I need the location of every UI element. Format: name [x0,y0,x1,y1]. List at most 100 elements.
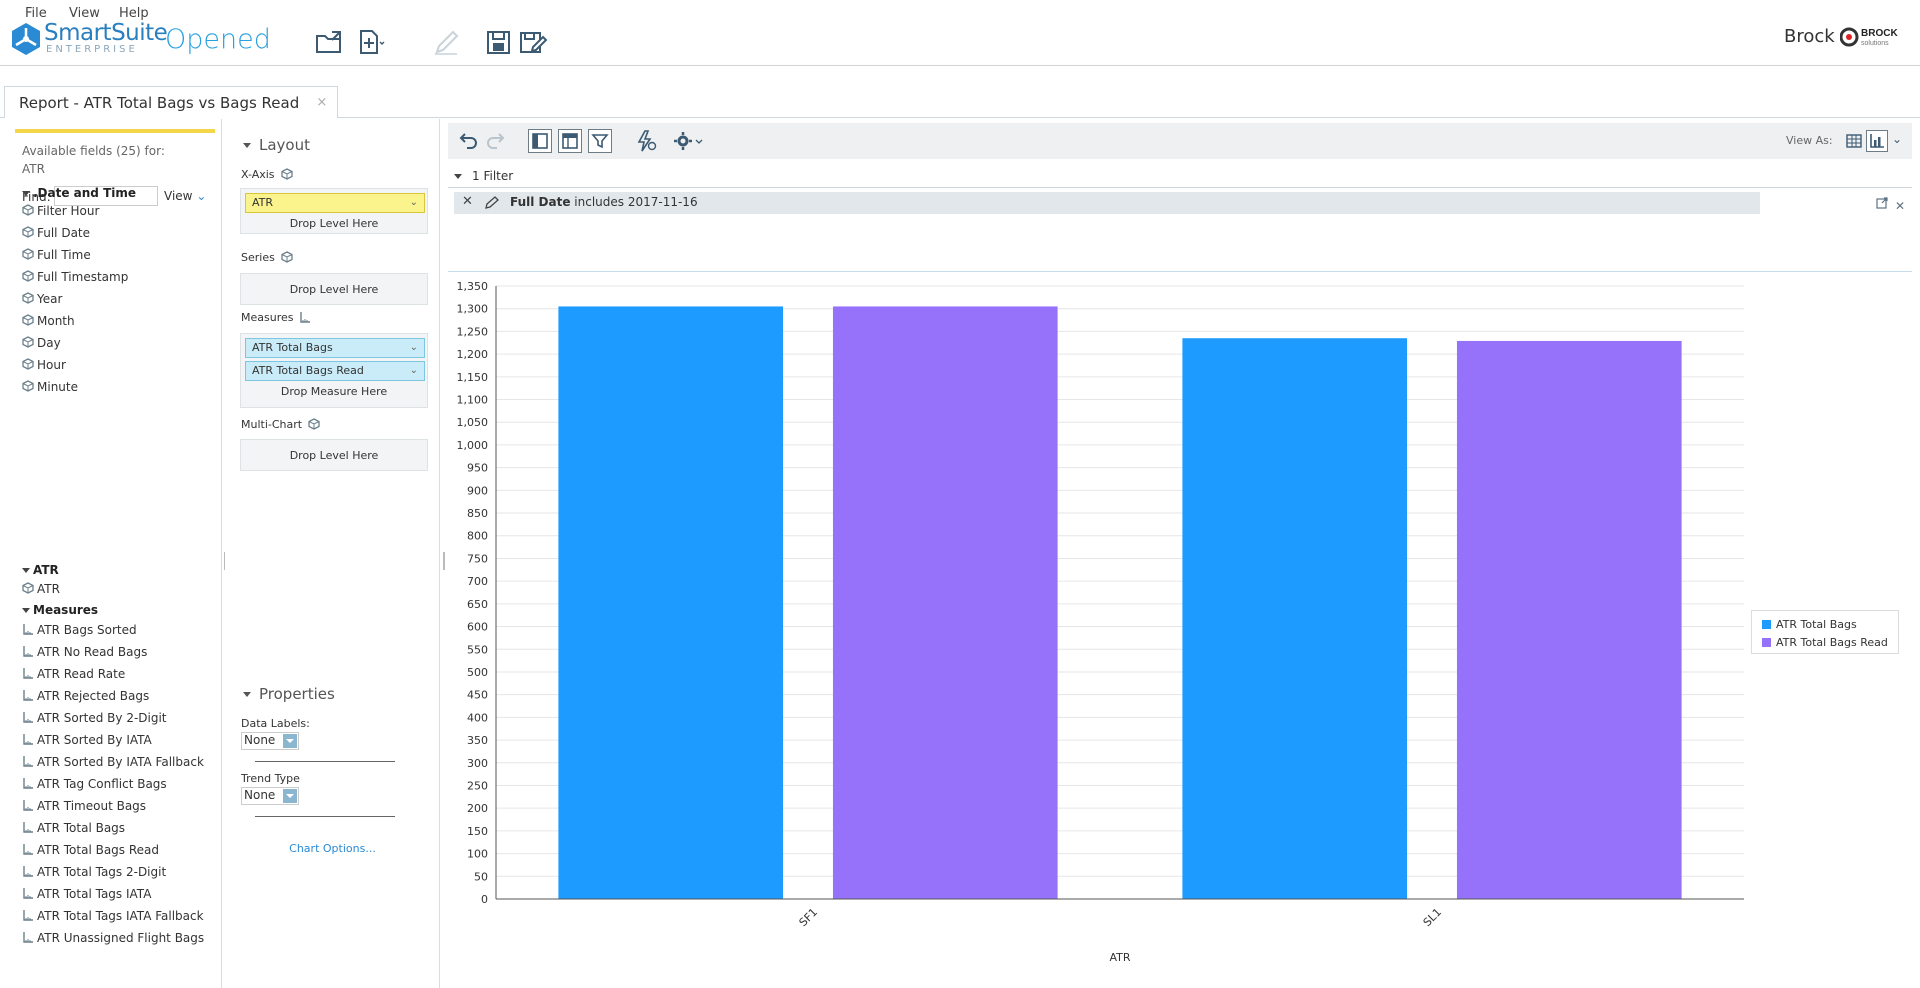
tab-strip: Report - ATR Total Bags vs Bags Read × [0,66,1920,118]
series-dropzone[interactable]: Drop Level Here [240,273,428,305]
y-tick-label: 1,250 [457,325,489,338]
measure-chip-total-bags-read[interactable]: ATR Total Bags Read ⌄ [245,361,425,381]
field-item[interactable]: ATR Unassigned Flight Bags [22,931,204,945]
x-axis-chip-label: ATR [252,196,274,209]
layout-panel-toggle-icon[interactable] [528,129,552,153]
bar-sf1-series-0[interactable] [558,306,784,899]
table-layout-icon[interactable] [558,129,582,153]
tree-group-measures[interactable]: Measures [22,603,98,617]
tree-group-atr[interactable]: ATR [22,563,59,577]
field-item[interactable]: ATR Read Rate [22,667,125,681]
field-item[interactable]: Hour [22,358,66,372]
legend-item[interactable]: ATR Total Bags [1762,618,1857,631]
edit-pencil-icon[interactable] [432,28,462,56]
field-item[interactable]: ATR Total Tags 2-Digit [22,865,166,879]
legend-label: ATR Total Bags [1776,618,1857,631]
layout-section-toggle[interactable]: Layout [243,136,310,154]
grid-view-icon[interactable] [1844,129,1864,153]
field-item[interactable]: ATR Rejected Bags [22,689,149,703]
caret-down-icon [22,568,30,573]
y-tick-label: 850 [467,507,488,520]
edit-filter-icon[interactable] [484,196,500,210]
chart-view-icon[interactable] [1866,130,1888,152]
save-as-icon[interactable] [518,28,548,56]
field-item-label: ATR Total Tags IATA Fallback [37,909,204,923]
y-tick-label: 750 [467,552,488,565]
multichart-dropzone[interactable]: Drop Level Here [240,439,428,471]
menu-view[interactable]: View [69,6,100,21]
bar-sl1-series-1[interactable] [1456,340,1682,899]
measures-drop-text: Drop Measure Here [280,385,388,398]
filter-icon[interactable] [588,129,612,153]
measure-ruler-icon [23,778,33,789]
view-menu-label: View [164,189,193,203]
save-icon[interactable] [484,28,514,56]
field-item-label: ATR Total Tags 2-Digit [37,865,167,879]
field-item[interactable]: Day [22,336,61,350]
user-name[interactable]: Brock [1784,26,1835,47]
legend-swatch [1762,638,1771,647]
measure-chip-total-bags[interactable]: ATR Total Bags ⌄ [245,338,425,358]
caret-down-icon [22,191,30,196]
measures-dropzone[interactable]: ATR Total Bags ⌄ ATR Total Bags Read ⌄ Dro… [240,333,428,408]
field-item[interactable]: Year [22,292,62,306]
field-item[interactable]: Month [22,314,75,328]
open-folder-icon[interactable] [314,28,344,56]
chevron-down-icon[interactable]: ⌄ [1892,132,1916,156]
new-report-icon[interactable] [356,28,386,56]
field-item[interactable]: Full Date [22,226,90,240]
view-menu-button[interactable]: View ⌄ [164,189,206,203]
field-item[interactable]: ATR Timeout Bags [22,799,146,813]
legend-item[interactable]: ATR Total Bags Read [1762,636,1888,649]
field-item[interactable]: ATR No Read Bags [22,645,147,659]
field-item[interactable]: Full Time [22,248,91,262]
field-item[interactable]: ATR Total Bags [22,821,125,835]
x-axis-chip[interactable]: ATR ⌄ [245,193,425,213]
field-item-label: Year [37,292,63,306]
settings-gear-icon[interactable] [672,129,704,153]
field-item[interactable]: ATR Tag Conflict Bags [22,777,167,791]
chart-options-link[interactable]: Chart Options... [225,842,440,855]
field-item-label: ATR Total Bags Read [37,843,160,857]
field-item[interactable]: Minute [22,380,78,394]
tab-close-icon[interactable]: × [316,87,327,119]
menu-file[interactable]: File [25,6,47,21]
bar-chart: 0 50 100 150 200 250 300 350 400 450 500 550 600 650 7… [457,280,1744,964]
properties-section-toggle[interactable]: Properties [243,685,335,703]
bar-sl1-series-0[interactable] [1182,338,1408,899]
expand-filter-pane-icon[interactable] [1876,197,1888,209]
brock-company-logo: BROCK solutions [1840,27,1898,47]
measure-ruler-icon [23,800,33,811]
tab-report[interactable]: Report - ATR Total Bags vs Bags Read × [4,86,339,119]
x-axis-dropzone[interactable]: ATR ⌄ Drop Level Here [240,188,428,234]
splitter-handle[interactable] [443,552,445,570]
field-item[interactable]: ATR Sorted By IATA [22,733,152,747]
field-item[interactable]: Full Timestamp [22,270,128,284]
remove-filter-icon[interactable]: ✕ [462,194,473,209]
undo-icon[interactable] [456,129,480,153]
field-item-label: Day [37,336,61,350]
filter-count-toggle[interactable]: 1 Filter [454,169,513,183]
field-item[interactable]: ATR Total Tags IATA Fallback [22,909,204,923]
y-tick-label: 100 [467,848,488,861]
tree-group-date-time[interactable]: .Date and Time [22,186,136,200]
field-item[interactable]: ATR Sorted By 2-Digit [22,711,167,725]
menu-help[interactable]: Help [119,6,149,21]
quick-action-icon[interactable] [634,129,658,153]
field-item[interactable]: ATR Bags Sorted [22,623,137,637]
field-item-label: ATR No Read Bags [37,645,148,659]
close-filter-pane-icon[interactable]: ✕ [1895,199,1905,213]
measure-ruler-icon [23,734,33,745]
field-item[interactable]: Filter Hour [22,204,99,218]
tree-group-label: .Date and Time [33,186,137,200]
field-item[interactable]: ATR Total Bags Read [22,843,159,857]
data-labels-select[interactable]: None [241,732,299,750]
bar-sf1-series-1[interactable] [832,306,1058,899]
redo-icon[interactable] [484,129,508,153]
tab-report-label: Report - ATR Total Bags vs Bags Read [19,94,300,112]
field-item[interactable]: ATR Total Tags IATA [22,887,151,901]
trend-type-select[interactable]: None [241,787,299,805]
field-item[interactable]: ATR Sorted By IATA Fallback [22,755,204,769]
x-tick-label: SF1 [797,906,821,930]
field-item[interactable]: ATR [22,582,60,596]
